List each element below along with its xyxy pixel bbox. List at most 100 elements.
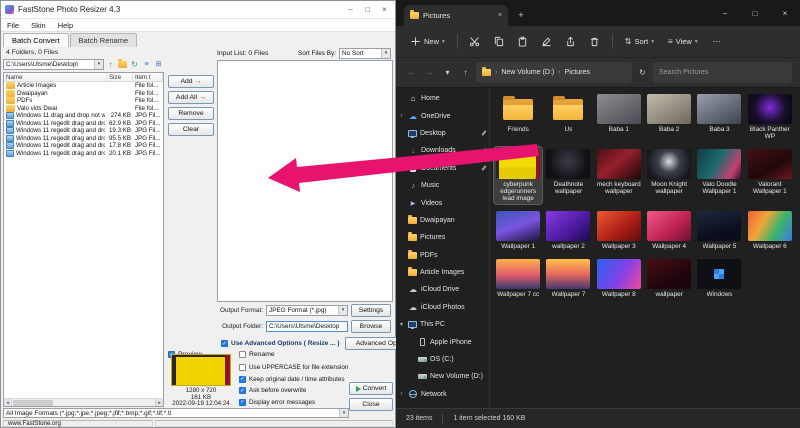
file-tile-friends[interactable]: Friends <box>494 92 542 142</box>
column-type[interactable]: Item t <box>133 73 163 81</box>
chevron-right-icon[interactable]: › <box>398 391 405 397</box>
new-folder-icon[interactable] <box>117 59 128 70</box>
add-button[interactable]: Add→ <box>168 75 214 88</box>
sidebar-item-pictures[interactable]: Pictures <box>396 229 489 246</box>
output-format-dropdown[interactable]: JPEG Format (*.jpg) ▾ <box>266 305 348 316</box>
file-row[interactable]: Article Images File fol... <box>4 82 163 90</box>
sidebar-item-home[interactable]: Home <box>396 90 489 107</box>
file-row[interactable]: Dwaipayan File fol... <box>4 90 163 98</box>
close-tab-icon[interactable]: × <box>498 12 502 19</box>
keep-date-checkbox[interactable] <box>239 376 246 383</box>
file-tile-wallpaper-3[interactable]: Wallpaper 3 <box>595 209 643 252</box>
file-tile-wallpaper-4[interactable]: Wallpaper 4 <box>645 209 693 252</box>
view-button[interactable]: ≡ View ▾ <box>662 34 704 49</box>
file-tile-wallpaper-2[interactable]: wallpaper 2 <box>544 209 592 252</box>
file-tile-wallpaper-8[interactable]: Wallpaper 8 <box>595 257 643 300</box>
copy-button[interactable] <box>488 31 510 53</box>
sidebar-item-new-volume-d[interactable]: New Volume (D:) <box>396 368 489 385</box>
sidebar-item-icloud-photos[interactable]: iCloud Photos <box>396 299 489 316</box>
sidebar-item-documents[interactable]: Documents <box>396 160 489 177</box>
file-row[interactable]: Windows 11 regedit drag and drop no... 1… <box>4 127 163 135</box>
sidebar-item-icloud-drive[interactable]: iCloud Drive <box>396 281 489 298</box>
sidebar-item-os-c[interactable]: OS (C:) <box>396 351 489 368</box>
close-action-button[interactable]: Close <box>349 398 393 411</box>
search-box[interactable]: Search Pictures <box>653 62 792 83</box>
file-tile-moon-knight-wallpaper[interactable]: Moon Knight wallpaper <box>645 147 693 204</box>
file-row[interactable]: Windows 11 drag and drop not workin... 2… <box>4 112 163 120</box>
file-tile-black-panther-wp[interactable]: Black Panther WP <box>746 92 794 142</box>
sidebar-item-music[interactable]: Music <box>396 177 489 194</box>
breadcrumb-drive[interactable]: New Volume (D:) <box>501 69 554 76</box>
chevron-down-icon[interactable]: ▾ <box>398 321 405 328</box>
refresh-button[interactable]: ↻ <box>635 68 650 77</box>
recent-locations-button[interactable]: ▾ <box>440 68 455 77</box>
file-tile-wallpaper[interactable]: wallpaper <box>645 257 693 300</box>
file-tile-baba-2[interactable]: Baba 2 <box>645 92 693 142</box>
new-tab-button[interactable]: + <box>512 6 530 24</box>
refresh-icon[interactable]: ↻ <box>129 59 140 70</box>
file-row[interactable]: PDFs File fol... <box>4 97 163 105</box>
tab-batch-convert[interactable]: Batch Convert <box>3 33 69 47</box>
sidebar-item-videos[interactable]: Videos <box>396 194 489 211</box>
file-tile-wallpaper-6[interactable]: Wallpaper 6 <box>746 209 794 252</box>
sidebar-item-this-pc[interactable]: ▾This PC <box>396 316 489 333</box>
input-list[interactable] <box>217 60 393 302</box>
new-button[interactable]: New ▾ <box>404 33 451 50</box>
close-button[interactable]: × <box>376 2 393 17</box>
sidebar-item-desktop[interactable]: Desktop <box>396 125 489 142</box>
convert-button[interactable]: Convert <box>349 382 393 395</box>
file-browser-list[interactable]: Name Size Item t Article Images File fol… <box>3 72 164 407</box>
minimize-button[interactable]: – <box>710 0 740 26</box>
chevron-down-icon[interactable]: ▾ <box>94 60 103 69</box>
minimize-button[interactable]: – <box>342 2 359 17</box>
menu-file[interactable]: File <box>1 21 25 30</box>
chevron-right-icon[interactable]: › <box>398 113 405 119</box>
file-tile-wallpaper-5[interactable]: Wallpaper 5 <box>695 209 743 252</box>
uppercase-checkbox[interactable] <box>239 364 246 371</box>
maximize-button[interactable]: □ <box>740 0 770 26</box>
file-row[interactable]: Windows 11 regedit drag and drop no... 2… <box>4 150 163 158</box>
remove-button[interactable]: Remove <box>168 107 214 120</box>
chevron-down-icon[interactable]: ▾ <box>381 49 390 58</box>
file-tile-mech-keyboard-wallpaper[interactable]: mech keyboard wallpaper <box>595 147 643 204</box>
share-button[interactable] <box>560 31 582 53</box>
path-combobox[interactable]: C:\Users\Utsme\Desktop\ ▾ <box>3 59 104 70</box>
breadcrumb-folder[interactable]: Pictures <box>565 69 590 76</box>
rename-button[interactable] <box>536 31 558 53</box>
file-tile-deathnote-wallpaper[interactable]: Deathnote wallpaper <box>544 147 592 204</box>
horizontal-scrollbar[interactable]: ◂ ▸ <box>4 398 163 406</box>
scrollbar-thumb[interactable] <box>13 400 53 406</box>
menu-help[interactable]: Help <box>52 21 79 30</box>
grid-view-icon[interactable]: ⊞ <box>153 59 164 70</box>
close-button[interactable]: × <box>770 0 800 26</box>
menu-skin[interactable]: Skin <box>25 21 52 30</box>
list-view-icon[interactable]: ≡ <box>141 59 152 70</box>
sidebar-item-article-images[interactable]: Article Images <box>396 264 489 281</box>
sidebar-item-network[interactable]: ›Network <box>396 386 489 403</box>
rename-checkbox[interactable] <box>239 351 246 358</box>
file-row[interactable]: Valo vids Dwai File fol... <box>4 105 163 113</box>
file-row[interactable]: Windows 11 regedit drag and drop no... 6… <box>4 120 163 128</box>
file-tile-wallpaper-7-cc[interactable]: Wallpaper 7 cc <box>494 257 542 300</box>
advanced-options-checkbox[interactable] <box>221 340 228 347</box>
maximize-button[interactable]: □ <box>359 2 376 17</box>
paste-button[interactable] <box>512 31 534 53</box>
file-tile-wallpaper-7[interactable]: Wallpaper 7 <box>544 257 592 300</box>
add-all-button[interactable]: Add All→ <box>168 91 214 104</box>
explorer-tab-pictures[interactable]: Pictures × <box>404 5 508 26</box>
sort-button[interactable]: ⇅ Sort ▾ <box>619 34 660 49</box>
sidebar-item-apple-iphone[interactable]: Apple iPhone <box>396 333 489 350</box>
file-row[interactable]: Windows 11 regedit drag and drop no... 9… <box>4 135 163 143</box>
delete-button[interactable] <box>584 31 606 53</box>
file-tile-valorant-wallpaper-1[interactable]: Valorant Wallpaper 1 <box>746 147 794 204</box>
file-row[interactable]: Windows 11 regedit drag and drop no... 1… <box>4 142 163 150</box>
output-folder-input[interactable]: C:\Users\Utsme\Desktop <box>266 321 348 332</box>
file-tile-us[interactable]: Us <box>544 92 592 142</box>
back-button[interactable]: ← <box>404 68 419 77</box>
tab-batch-rename[interactable]: Batch Rename <box>70 33 138 47</box>
chevron-down-icon[interactable]: ▾ <box>339 409 348 417</box>
scroll-left-icon[interactable]: ◂ <box>4 399 12 407</box>
forward-button[interactable]: → <box>422 68 437 77</box>
column-size[interactable]: Size <box>107 73 133 81</box>
chevron-down-icon[interactable]: ▾ <box>338 306 347 315</box>
